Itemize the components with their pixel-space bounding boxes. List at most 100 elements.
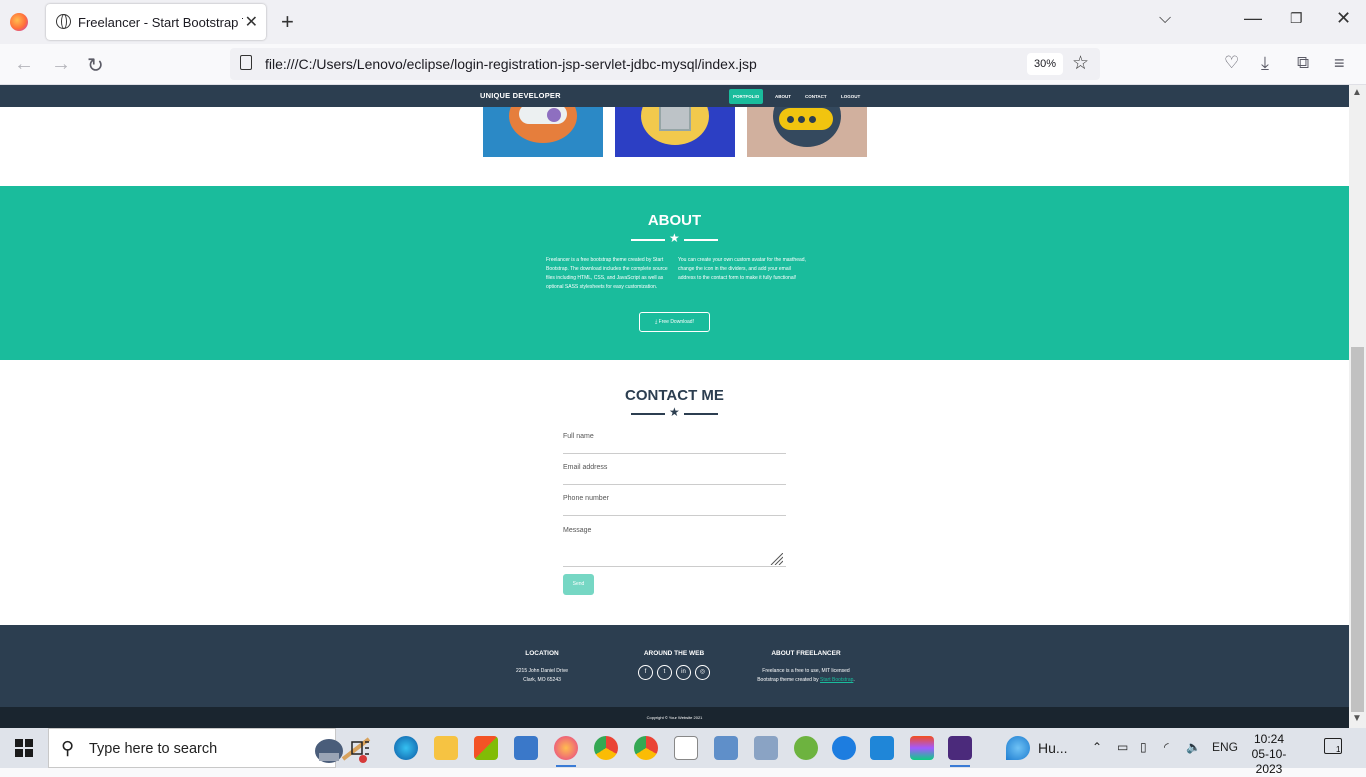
store-icon[interactable] xyxy=(474,736,498,760)
facebook-icon[interactable]: f xyxy=(638,665,653,680)
clock-date: 05-10-2023 xyxy=(1251,747,1287,776)
footer-location-title: LOCATION xyxy=(525,650,559,657)
scroll-up-icon[interactable]: ▲ xyxy=(1352,87,1362,98)
weather-icon[interactable] xyxy=(1006,736,1030,760)
chrome-icon[interactable] xyxy=(594,736,618,760)
resize-handle-icon[interactable] xyxy=(769,553,783,565)
arduino-icon[interactable] xyxy=(832,736,856,760)
forward-icon[interactable]: → xyxy=(51,53,71,76)
name-field-label: Full name xyxy=(563,433,594,440)
name-field[interactable]: Full name xyxy=(563,430,786,454)
reload-icon[interactable]: ↻ xyxy=(87,53,104,78)
wifi-icon[interactable]: ◜ xyxy=(1164,740,1169,754)
notifications-icon[interactable]: 1 xyxy=(1324,738,1342,754)
contact-divider: ★ xyxy=(631,405,719,419)
restore-button[interactable]: ❐ xyxy=(1290,10,1303,27)
message-field[interactable]: Message xyxy=(563,523,786,567)
browser-tab[interactable]: Freelancer - Start Bootstrap The ✕ xyxy=(46,4,266,40)
send-button[interactable]: Send xyxy=(563,574,594,595)
phone-field-label: Phone number xyxy=(563,495,609,502)
list-tabs-icon[interactable]: ⌵ xyxy=(1159,10,1171,28)
downloads-icon[interactable]: ⤓ xyxy=(1261,53,1269,74)
firefox-taskbar-icon[interactable] xyxy=(554,736,578,767)
twitter-icon[interactable]: t xyxy=(657,665,672,680)
zoom-level[interactable]: 30% xyxy=(1027,53,1063,75)
nav-portfolio[interactable]: PORTFOLIO xyxy=(729,89,764,104)
clock-time: 10:24 xyxy=(1253,732,1285,746)
tray-chevron-icon[interactable]: ⌃ xyxy=(1092,740,1102,754)
about-text-right: You can create your own custom avatar fo… xyxy=(678,257,806,281)
taskbar: ⚲ Type here to search Hu... ⌃ ▭ ▯ ◜ 🔈 EN… xyxy=(0,728,1366,776)
meet-now-icon[interactable]: ▭ xyxy=(1117,740,1128,754)
browser-toolbar: ← → ↻ file:///C:/Users/Lenovo/eclipse/lo… xyxy=(0,44,1366,85)
url-text[interactable]: file:///C:/Users/Lenovo/eclipse/login-re… xyxy=(265,56,757,72)
portfolio-item-submarine[interactable] xyxy=(747,107,867,157)
site-navbar: UNIQUE DEVELOPER PORTFOLIO ABOUT CONTACT… xyxy=(0,85,1349,107)
pocket-icon[interactable]: ♡ xyxy=(1224,53,1239,73)
email-field[interactable]: Email address xyxy=(563,461,786,485)
linkedin-icon[interactable]: in xyxy=(676,665,691,680)
edge-icon[interactable] xyxy=(394,736,418,760)
weather-label[interactable]: Hu... xyxy=(1038,740,1068,756)
chrome-profile-icon[interactable] xyxy=(634,736,658,760)
dribbble-icon[interactable]: ◎ xyxy=(695,665,710,680)
footer-location-line1: 2215 John Daniel Drive xyxy=(516,668,568,674)
firefox-icon[interactable] xyxy=(10,13,28,31)
extensions-icon[interactable]: ⧉ xyxy=(1297,53,1309,73)
task-view-icon[interactable] xyxy=(348,736,372,760)
close-tab-icon[interactable]: ✕ xyxy=(245,12,258,32)
tab-bar: Freelancer - Start Bootstrap The ✕ + ⌵ —… xyxy=(0,0,1366,44)
bookmark-star-icon[interactable]: ☆ xyxy=(1072,52,1089,75)
portfolio-item-safe[interactable] xyxy=(615,107,735,157)
back-icon[interactable]: ← xyxy=(14,53,34,76)
new-tab-button[interactable]: + xyxy=(281,9,294,35)
nav-logout[interactable]: LOGOUT xyxy=(837,89,864,104)
mail-icon[interactable] xyxy=(514,736,538,760)
site-brand[interactable]: UNIQUE DEVELOPER xyxy=(480,91,561,100)
volume-icon[interactable]: 🔈 xyxy=(1186,740,1201,754)
footer-location-line2: Clark, MO 65243 xyxy=(523,677,561,683)
safe-icon xyxy=(659,107,691,131)
url-bar[interactable]: file:///C:/Users/Lenovo/eclipse/login-re… xyxy=(230,48,1100,80)
battery-icon[interactable]: ▯ xyxy=(1140,740,1147,754)
figma-icon[interactable] xyxy=(910,736,934,760)
spring-tools-icon[interactable] xyxy=(794,736,818,760)
taskbar-search-placeholder: Type here to search xyxy=(89,741,218,757)
page-icon xyxy=(240,55,252,70)
file-explorer-icon[interactable] xyxy=(434,736,458,760)
copyright: Copyright © Your Website 2021 xyxy=(0,707,1349,728)
cube-app-icon[interactable] xyxy=(714,736,738,760)
cube-app-2-icon[interactable] xyxy=(754,736,778,760)
about-divider: ★ xyxy=(631,231,719,245)
windows-start-icon[interactable] xyxy=(15,739,33,757)
taskbar-search[interactable]: ⚲ Type here to search xyxy=(48,728,371,768)
star-icon: ★ xyxy=(669,231,680,245)
notification-count: 1 xyxy=(1336,745,1341,754)
menu-icon[interactable]: ≡ xyxy=(1334,53,1345,74)
email-field-label: Email address xyxy=(563,464,608,471)
contact-title: CONTACT ME xyxy=(625,387,724,404)
message-field-label: Message xyxy=(563,527,592,534)
free-download-button[interactable]: ⤓ Free Download! xyxy=(639,312,710,332)
footer-about-line2: Bootstrap theme created by Start Bootstr… xyxy=(757,677,855,683)
footer-about-line1: Freelance is a free to use, MIT licensed xyxy=(762,668,850,674)
nav-about[interactable]: ABOUT xyxy=(771,89,795,104)
nav-contact[interactable]: CONTACT xyxy=(801,89,831,104)
notepad-icon[interactable] xyxy=(674,736,698,760)
eclipse-ide-icon[interactable] xyxy=(948,736,972,767)
contact-section: CONTACT ME ★ Full name Email address Pho… xyxy=(0,360,1349,625)
search-icon: ⚲ xyxy=(61,738,75,758)
language-indicator[interactable]: ENG xyxy=(1212,740,1238,754)
page-scrollbar[interactable]: ▲ ▼ xyxy=(1349,85,1366,728)
scrollbar-thumb[interactable] xyxy=(1351,347,1364,712)
about-text-left: Freelancer is a free bootstrap theme cre… xyxy=(546,257,668,290)
scroll-down-icon[interactable]: ▼ xyxy=(1352,713,1362,724)
clock[interactable]: 10:24 05-10-2023 xyxy=(1244,732,1294,777)
minimize-button[interactable]: — xyxy=(1244,8,1262,29)
portfolio-item-game-controller[interactable] xyxy=(483,107,603,157)
phone-field[interactable]: Phone number xyxy=(563,492,786,516)
start-bootstrap-link[interactable]: Start Bootstrap xyxy=(820,677,853,683)
footer: LOCATION 2215 John Daniel Drive Clark, M… xyxy=(0,625,1349,707)
close-window-button[interactable]: ✕ xyxy=(1336,8,1351,29)
vscode-icon[interactable] xyxy=(870,736,894,760)
